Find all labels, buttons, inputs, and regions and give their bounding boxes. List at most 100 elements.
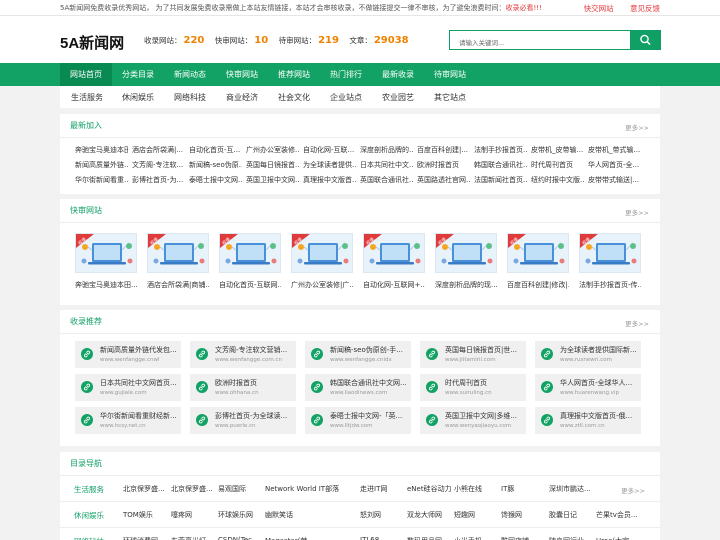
latest-site-link[interactable]: 文芳阁-专注软... <box>132 160 185 170</box>
fast-site-card[interactable]: 收录广州办公室装修|广... <box>291 233 353 290</box>
nav-latest[interactable]: 最新收录 <box>372 63 424 86</box>
latest-site-link[interactable]: 英国路透社官网... <box>417 175 470 185</box>
directory-site-link[interactable]: 胶囊日记 <box>549 510 595 520</box>
fast-site-card[interactable]: 收录深度剖析品牌的现... <box>435 233 497 290</box>
latest-site-link[interactable]: 法国新闻社首页... <box>474 175 527 185</box>
directory-category[interactable]: 休闲娱乐 <box>74 510 104 521</box>
latest-site-link[interactable]: 自动化首页-互... <box>189 145 242 155</box>
recommend-site-name[interactable]: 为全球读者提供国际新... <box>560 345 640 355</box>
recommend-site-card[interactable]: 华人网首页-全球华人... www.huarenwang.vip <box>535 374 641 401</box>
latest-site-link[interactable]: 皮带机_带式输... <box>588 145 641 155</box>
directory-site-link[interactable]: 噻疼网 <box>171 510 217 520</box>
recommend-site-name[interactable]: 华人网首页-全球华人... <box>560 378 640 388</box>
subnav-tech[interactable]: 网络科技 <box>174 92 206 103</box>
latest-site-link[interactable]: 英国联合通讯社... <box>360 175 413 185</box>
fast-site-name[interactable]: 深度剖析品牌的现... <box>435 280 497 290</box>
fast-site-name[interactable]: 酒店会所袋满|商铺... <box>147 280 209 290</box>
directory-site-link[interactable]: 深圳市鹏达... <box>549 484 595 494</box>
directory-site-link[interactable]: Uroe(大宇... <box>596 536 642 540</box>
directory-site-link[interactable]: 幽默笑话 <box>265 510 355 520</box>
subnav-enterprise[interactable]: 企业站点 <box>330 92 362 103</box>
directory-site-link[interactable]: 怒刘网 <box>360 510 406 520</box>
site-thumbnail[interactable]: 收录 <box>291 233 353 273</box>
recommend-more-link[interactable]: 更多>> <box>625 318 649 328</box>
directory-site-link[interactable]: 东莞亮光灯 <box>171 536 217 540</box>
recommend-site-name[interactable]: 新闻高质量外链代发包... <box>100 345 180 355</box>
recommend-site-card[interactable]: 泰晤士报中文网-「英... www.lltjdw.com <box>305 407 411 434</box>
latest-site-link[interactable]: 英国卫报中文网... <box>246 175 299 185</box>
directory-site-link[interactable]: Magastar(魅... <box>265 536 355 540</box>
fast-site-card[interactable]: 收录 自动化首页-互联网... <box>219 233 281 290</box>
latest-site-link[interactable]: 皮带带式输送|... <box>588 175 641 185</box>
directory-site-link[interactable]: 双龙大师网 <box>407 510 453 520</box>
subnav-life[interactable]: 生活服务 <box>71 92 103 103</box>
directory-site-link[interactable]: Network World IT部落 <box>265 484 355 494</box>
directory-site-link[interactable]: ITL68 <box>360 536 406 540</box>
directory-site-link[interactable]: 小熊在线 <box>454 484 500 494</box>
fast-site-name[interactable]: 广州办公室装修|广... <box>291 280 353 290</box>
latest-site-link[interactable]: 自动化网-互联... <box>303 145 356 155</box>
directory-category[interactable]: 生活服务 <box>74 484 104 495</box>
directory-more-link[interactable]: 更多>> <box>621 485 645 495</box>
directory-site-link[interactable]: 芒果tv会员... <box>596 510 642 520</box>
fast-site-card[interactable]: 收录 奔驰宝马奥迪本田... <box>75 233 137 290</box>
fast-site-name[interactable]: 自动化首页-互联网... <box>219 280 281 290</box>
latest-site-link[interactable]: 为全球读者提供... <box>303 160 356 170</box>
recommend-site-card[interactable]: 英国每日镜报首页|世... www.jiitamirii.com <box>420 341 526 368</box>
recommend-site-name[interactable]: 华尔街新闻看重财经新... <box>100 411 180 421</box>
directory-site-link[interactable]: IT豚 <box>501 484 547 494</box>
latest-site-link[interactable]: 广州办公室装修... <box>246 145 299 155</box>
recommend-site-card[interactable]: 英国卫报中文网|多维... www.wenyaojiaoyu.com <box>420 407 526 434</box>
recommend-site-card[interactable]: 华尔街新闻看重财经新... www.hcsy.net.cn <box>75 407 181 434</box>
directory-site-link[interactable]: 数码用品网 <box>407 536 453 540</box>
nav-news[interactable]: 新闻动态 <box>164 63 216 86</box>
recommend-site-card[interactable]: 真理报中文版首页-俄... www.ztll.com.cn <box>535 407 641 434</box>
search-input[interactable]: 请输入关键词... <box>449 30 631 50</box>
latest-site-link[interactable]: 韩国联合通讯社... <box>474 160 527 170</box>
subnav-agriculture[interactable]: 农业园艺 <box>382 92 414 103</box>
directory-site-link[interactable]: 短趣网 <box>454 510 500 520</box>
recommend-site-card[interactable]: 日本共同社中文网首页... www.gujiale.com <box>75 374 181 401</box>
latest-site-link[interactable]: 英国每日镜报首... <box>246 160 299 170</box>
recommend-site-name[interactable]: 韩国联合通讯社中文网... <box>330 378 410 388</box>
directory-site-link[interactable]: CSDN(Tec... <box>218 536 264 540</box>
feedback-link[interactable]: 意见反馈 <box>630 4 660 13</box>
recommend-site-card[interactable]: 时代周刊首页 www.suiruling.cn <box>420 374 526 401</box>
subnav-other[interactable]: 其它站点 <box>434 92 466 103</box>
subnav-entertainment[interactable]: 休闲娱乐 <box>122 92 154 103</box>
directory-site-link[interactable]: 环球娱乐网 <box>218 510 264 520</box>
latest-site-link[interactable]: 百度百科创建|... <box>417 145 470 155</box>
recommend-site-card[interactable]: 新闻高质量外链代发包... www.wenfangge.cnwl <box>75 341 181 368</box>
directory-site-link[interactable]: 馋猴网 <box>501 510 547 520</box>
recommend-site-card[interactable]: 彭博社首页-为全球读... www.puerle.cn <box>190 407 296 434</box>
latest-site-link[interactable]: 酒店会所袋满|... <box>132 145 185 155</box>
site-thumbnail[interactable]: 收录 <box>435 233 497 273</box>
latest-site-link[interactable]: 时代周刊首页 <box>531 160 584 170</box>
latest-site-link[interactable]: 华尔街新闻看重... <box>75 175 128 185</box>
latest-site-link[interactable]: 皮带机_皮带输... <box>531 145 584 155</box>
search-button[interactable] <box>630 30 661 50</box>
latest-site-link[interactable]: 华人网首页-全... <box>588 160 641 170</box>
latest-site-link[interactable]: 欧洲时报首页 <box>417 160 470 170</box>
fast-site-name[interactable]: 法制手抄报首页-传... <box>579 280 641 290</box>
fast-more-link[interactable]: 更多>> <box>625 207 649 217</box>
nav-ranking[interactable]: 热门排行 <box>320 63 372 86</box>
recommend-site-name[interactable]: 日本共同社中文网首页... <box>100 378 180 388</box>
directory-site-link[interactable]: 酷网店铺 <box>501 536 547 540</box>
recommend-site-name[interactable]: 真理报中文版首页-俄... <box>560 411 640 421</box>
fast-site-name[interactable]: 奔驰宝马奥迪本田... <box>75 280 137 290</box>
recommend-site-name[interactable]: 新闻稿-seo伪原创-手... <box>330 345 410 355</box>
fast-site-name[interactable]: 自动化网-互联网+... <box>363 280 425 290</box>
directory-site-link[interactable]: 走进IT网 <box>360 484 406 494</box>
directory-site-link[interactable]: eNet硅谷动力 <box>407 484 453 494</box>
directory-site-link[interactable]: 小米手机 <box>454 536 500 540</box>
recommend-site-name[interactable]: 泰晤士报中文网-「英... <box>330 411 410 421</box>
fast-site-card[interactable]: 收录 自动化网-互联网+... <box>363 233 425 290</box>
latest-site-link[interactable]: 新闻高质量外链... <box>75 160 128 170</box>
latest-site-link[interactable]: 奔驰宝马奥迪本田... <box>75 145 128 155</box>
recommend-site-name[interactable]: 英国每日镜报首页|世... <box>445 345 525 355</box>
recommend-site-card[interactable]: 为全球读者提供国际新... www.rusnewri.com <box>535 341 641 368</box>
recommend-site-name[interactable]: 英国卫报中文网|多维... <box>445 411 525 421</box>
fast-site-card[interactable]: 收录 百度百科创建|修改|... <box>507 233 569 290</box>
latest-site-link[interactable]: 日本共同社中文... <box>360 160 413 170</box>
